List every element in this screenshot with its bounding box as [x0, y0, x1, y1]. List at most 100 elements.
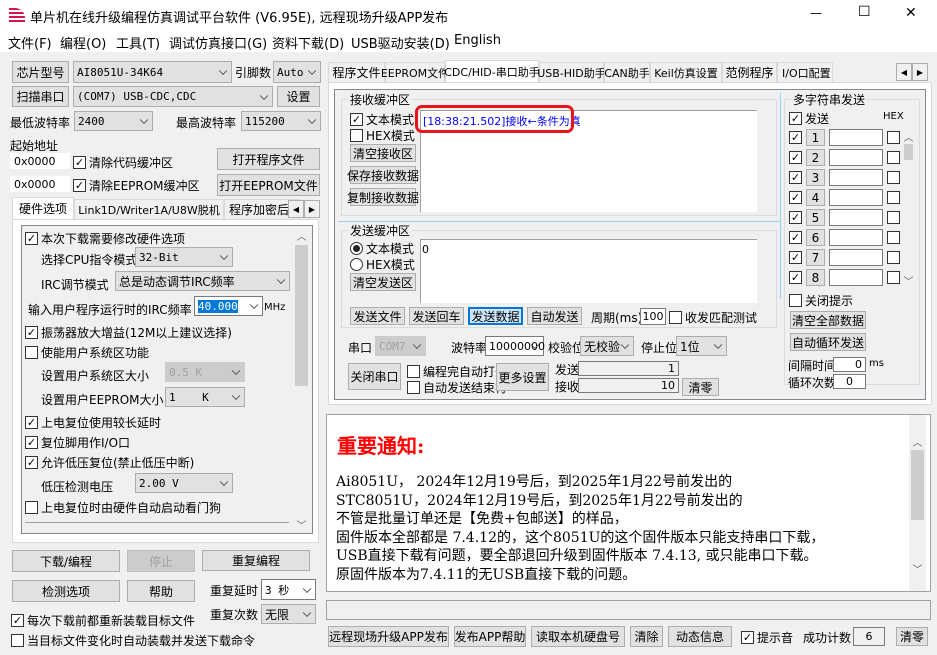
scroll-down-icon[interactable]: ﹀	[293, 516, 310, 532]
tab-examples[interactable]: 范例程序	[722, 62, 777, 83]
port-select[interactable]: (COM7) USB-CDC,CDC	[73, 86, 273, 107]
multi-send-row-button[interactable]: 1	[806, 129, 825, 146]
period-input[interactable]: 100	[640, 308, 666, 325]
stop-bits-select[interactable]: 1位	[676, 336, 727, 356]
baud-select[interactable]: 10000000	[485, 336, 545, 356]
checkbox-checked-icon[interactable]: ✓	[789, 251, 802, 264]
modify-hw-checkbox[interactable]: ✓ 本次下载需要修改硬件选项	[25, 230, 185, 247]
parity-select[interactable]: 无校验	[580, 336, 634, 356]
max-baud-select[interactable]: 115200	[241, 111, 321, 131]
download-program-button[interactable]: 下载/编程	[12, 550, 120, 572]
chip-model-button[interactable]: 芯片型号	[12, 61, 69, 83]
options-scrollbar[interactable]: ︿ ﹀	[293, 227, 310, 532]
tab-scroll-left-icon[interactable]: ◀	[288, 200, 304, 218]
match-test-checkbox[interactable]: 收发匹配测试	[669, 309, 757, 326]
reload-checkbox[interactable]: ✓ 每次下载前都重新装载目标文件	[11, 612, 195, 629]
irc-freq-value[interactable]: 40.000	[198, 299, 238, 313]
tab-io-config[interactable]: I/O口配置	[777, 62, 833, 83]
tab-can[interactable]: CAN助手	[604, 62, 650, 83]
scroll-down-icon[interactable]: ﹀	[909, 560, 926, 576]
multi-send-row-button[interactable]: 8	[806, 269, 825, 286]
user-eeprom-select[interactable]: 1 K	[165, 387, 245, 407]
multi-send-row-button[interactable]: 5	[806, 209, 825, 226]
hex-checkbox[interactable]	[887, 191, 900, 204]
multi-string-input[interactable]	[829, 129, 883, 146]
beep-checkbox[interactable]: ✓ 提示音	[741, 629, 793, 646]
hex-checkbox[interactable]	[887, 231, 900, 244]
settings-button[interactable]: 设置	[277, 86, 320, 107]
checkbox-checked-icon[interactable]: ✓	[789, 151, 802, 164]
maximize-button[interactable]: ☐	[858, 4, 871, 20]
tab-usb-hid[interactable]: USB-HID助手	[537, 62, 606, 83]
multi-string-input[interactable]	[829, 189, 883, 206]
tab-program-file[interactable]: 程序文件	[328, 62, 385, 83]
eeprom-address-input[interactable]: 0x0000	[10, 176, 70, 192]
clear-eeprom-checkbox[interactable]: ✓ 清除EEPROM缓冲区	[73, 177, 200, 194]
detect-options-button[interactable]: 检测选项	[12, 580, 120, 602]
repeat-delay-select[interactable]: 3 秒	[261, 579, 316, 600]
menu-program[interactable]: 编程(O)	[60, 33, 106, 52]
scroll-up-icon[interactable]: ︿	[909, 433, 926, 449]
save-receive-button[interactable]: 保存接收数据	[347, 166, 419, 184]
hex-checkbox[interactable]	[887, 251, 900, 264]
close-port-button[interactable]: 关闭串口	[348, 363, 401, 390]
menu-english[interactable]: English	[454, 33, 501, 48]
read-disk-id-button[interactable]: 读取本机硬盘号	[531, 626, 625, 647]
close-button[interactable]: ✕	[905, 5, 917, 21]
user-sys-size-select[interactable]: 0.5 K	[165, 362, 245, 382]
send-hex-mode-radio[interactable]: HEX模式	[350, 256, 415, 273]
menu-file[interactable]: 文件(F)	[8, 33, 52, 52]
clear-code-checkbox[interactable]: ✓ 清除代码缓冲区	[73, 154, 173, 171]
dynamic-info-button[interactable]: 动态信息	[668, 626, 732, 647]
multi-send-row-button[interactable]: 3	[806, 169, 825, 186]
tab-scroll-left-icon[interactable]: ◀	[896, 63, 912, 81]
multi-string-input[interactable]	[829, 269, 883, 286]
multi-string-input[interactable]	[829, 249, 883, 266]
checkbox-checked-icon[interactable]: ✓	[789, 191, 802, 204]
clear-counts-button[interactable]: 清零	[682, 378, 719, 396]
menu-debug[interactable]: 调试仿真接口(G)	[169, 33, 267, 52]
tab-hardware-options[interactable]: 硬件选项	[12, 197, 74, 220]
send-file-button[interactable]: 发送文件	[350, 307, 405, 325]
auto-send-button[interactable]: 自动发送	[527, 307, 582, 325]
scrollbar-thumb[interactable]	[911, 450, 924, 520]
notice-scrollbar[interactable]: ︿ ﹀	[909, 415, 926, 591]
scrollbar-thumb[interactable]	[295, 245, 308, 386]
osc-gain-checkbox[interactable]: ✓ 振荡器放大增益(12M以上建议选择)	[25, 324, 232, 341]
tab-offline[interactable]: Link1D/Writer1A/U8W脱机	[74, 199, 224, 220]
menu-downloads[interactable]: 资料下载(D)	[272, 33, 344, 52]
loop-count-input[interactable]: 0	[833, 374, 866, 389]
send-text-mode-radio[interactable]: 文本模式	[350, 240, 414, 257]
repeat-count-select[interactable]: 无限	[261, 604, 316, 624]
hex-checkbox[interactable]	[887, 131, 900, 144]
reset-io-checkbox[interactable]: ✓ 复位脚用作I/O口	[25, 434, 130, 451]
hex-checkbox[interactable]	[887, 211, 900, 224]
interval-input[interactable]: 0	[833, 357, 866, 372]
open-eeprom-file-button[interactable]: 打开EEPROM文件	[217, 174, 320, 196]
close-tip-checkbox[interactable]: 关闭提示	[789, 292, 853, 309]
send-textarea[interactable]: 0	[420, 239, 757, 303]
irc-freq-combobox[interactable]: 40.000	[194, 296, 263, 316]
hex-checkbox[interactable]	[887, 271, 900, 284]
send-cr-button[interactable]: 发送回车	[409, 307, 464, 325]
open-program-file-button[interactable]: 打开程序文件	[217, 148, 320, 170]
multi-string-scrollbar[interactable]: ︿ ﹀	[902, 128, 915, 288]
port-select[interactable]: COM7	[375, 336, 426, 356]
chip-model-select[interactable]: AI8051U-34K64	[73, 61, 232, 83]
long-delay-checkbox[interactable]: ✓ 上电复位使用较长延时	[25, 414, 161, 431]
publish-help-button[interactable]: 发布APP帮助	[454, 626, 526, 647]
multi-send-row-button[interactable]: 7	[806, 249, 825, 266]
clear-receive-button[interactable]: 清空接收区	[350, 144, 416, 162]
tab-eeprom-file[interactable]: EEPROM文件	[381, 62, 449, 83]
irc-mode-select[interactable]: 总是动态调节IRC频率	[115, 271, 290, 291]
scan-port-button[interactable]: 扫描串口	[12, 86, 69, 107]
checkbox-checked-icon[interactable]: ✓	[789, 211, 802, 224]
hex-checkbox[interactable]	[887, 151, 900, 164]
clear-all-data-button[interactable]: 清空全部数据	[790, 311, 866, 329]
send-data-button[interactable]: 发送数据	[468, 307, 523, 325]
vertical-splitter[interactable]	[780, 93, 781, 299]
multi-send-all-checkbox[interactable]: ✓ 发送	[789, 110, 829, 127]
copy-receive-button[interactable]: 复制接收数据	[347, 188, 419, 206]
hex-checkbox[interactable]	[887, 171, 900, 184]
code-address-input[interactable]: 0x0000	[10, 153, 70, 169]
